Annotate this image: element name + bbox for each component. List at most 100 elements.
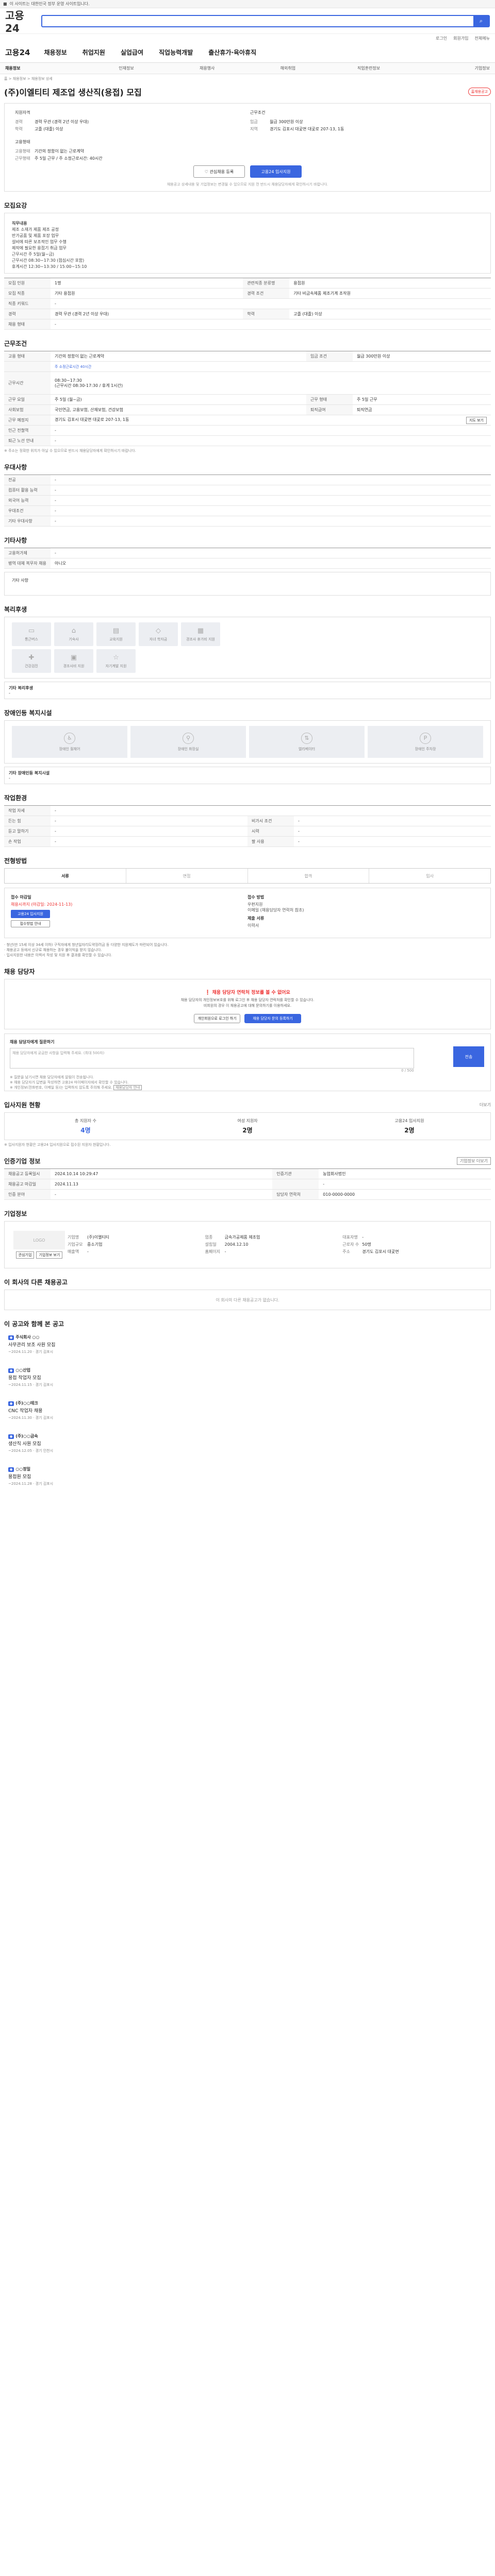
logo[interactable]: 고용24 <box>5 7 36 35</box>
health-icon: ✚ <box>28 653 35 662</box>
login-link[interactable]: 로그인 <box>436 36 447 41</box>
lnb-item-company[interactable]: 기업정보 <box>409 65 490 71</box>
table-row: 채용 형태 - <box>4 319 491 330</box>
method-label: 접수 방법 <box>248 895 265 900</box>
welfare-dorm: ⌂ 기숙사 <box>54 622 93 646</box>
company-box: LOGO 관심기업 기업정보 보기 기업명 (주)이엘티티 업종 금속가공제품 제조… <box>4 1221 491 1268</box>
welfare-family: ▣ 경조사비 지원 <box>54 649 93 673</box>
step-interview: 면접 <box>126 869 248 883</box>
table-row: 듣고 말하기 - 시력 - <box>4 826 491 837</box>
rec-card[interactable]: ● ○○정밀 용접원 모집 ~2024.11.28 · 경기 김포시 <box>4 1463 248 1492</box>
summary-qual-title: 지원자격 <box>15 110 30 115</box>
career-label: 경력 <box>15 120 23 124</box>
summary-box: 지원자격 경력 경력 무관 (경력 2년 이상 우대) 학력 고졸 (대졸) 이상 … <box>4 103 491 192</box>
hour-value: 주 5일 근무 / 주 소정근로시간: 40시간 <box>35 156 103 161</box>
apply-button-2[interactable]: 고용24 입사지원 <box>11 910 50 918</box>
interest-button[interactable]: ♡ 관심채용 등록 <box>193 165 245 178</box>
table-row: 우대조건 - <box>4 505 491 516</box>
lnb-item-events[interactable]: 채용행사 <box>167 65 248 71</box>
table-row: 기타 우대사항 - <box>4 516 491 527</box>
summary-cond-title: 고용형태 <box>15 140 30 144</box>
search-bar[interactable]: ⌕ <box>41 14 490 27</box>
lnb-item-training[interactable]: 직업훈련정보 <box>328 65 409 71</box>
stat-online: 고용24 입사지원 2명 <box>394 1118 424 1134</box>
apply-guide-button[interactable]: 접수방법 안내 <box>11 920 50 927</box>
rec-card[interactable]: ● ○○산업 용접 작업자 모집 ~2024.11.15 · 경기 김포시 <box>4 1364 248 1393</box>
gnb-item-leave[interactable]: 출산휴가·육아휴직 <box>201 48 264 57</box>
rec-section-title: 이 공고와 함께 본 공고 <box>4 1320 64 1328</box>
docs-value: 이력서 <box>248 923 259 928</box>
deadline-value: 채용시까지 (마감일: 2024-11-13) <box>11 902 73 907</box>
summary-notice: 채용공고 상세내용 및 기업정보는 변경될 수 있으므로 지원 전 반드시 채용… <box>167 182 328 187</box>
rec-card[interactable]: ● (주)○○금속 생산직 사원 모집 ~2024.12.05 · 경기 인천시 <box>4 1430 248 1459</box>
banner-text: 이 사이트는 대한민국 정부 운영 사이트입니다. <box>9 2 90 6</box>
table-row: 채용공고 등록일시 2024.10.14 10:29:47 인증기관 농업회사법인 <box>4 1168 491 1179</box>
disability-etc: 기타 장애인등 복지시설 - <box>4 767 491 784</box>
table-row: 채용공고 마감일 2024.11.13- <box>4 1179 491 1190</box>
company-fav-button[interactable]: 관심기업 <box>15 1251 35 1259</box>
emp-label: 고용형태 <box>15 149 30 154</box>
lnb-item-jobs[interactable]: 채용정보 <box>5 65 86 71</box>
search-icon[interactable]: ⌕ <box>473 15 489 26</box>
inquiry-register-button[interactable]: 채용 담당자 문의 등록하기 <box>244 1014 301 1023</box>
home-logo[interactable]: 고용24 <box>5 47 36 58</box>
career-value: 경력 무관 (경력 2년 이상 우대) <box>35 120 89 124</box>
table-row: 직종 키워드 - <box>4 298 491 309</box>
info-section-title: 인증기업 정보 기업정보 더보기 <box>4 1157 491 1165</box>
inquiry-send-button[interactable]: 전송 <box>453 1046 484 1067</box>
table-row: 주 소정근로시간 40시간 <box>4 361 491 372</box>
task-table: 작업 자세 - 든는 힘 - 비가시 조건 - 듣고 말하기 - 시력 - 손 작업 - 팔 사용… <box>4 805 491 847</box>
calendar-icon: ▦ <box>197 626 204 635</box>
toilet-icon: ⚲ <box>183 732 194 744</box>
edu-label: 학력 <box>15 127 23 131</box>
rec-tag-icon: ● <box>8 1368 14 1373</box>
stat-female: 여성 지원자 2명 <box>237 1118 258 1134</box>
welfare-etc: 기타 복리후생 - <box>4 682 491 699</box>
emp-value: 기간의 정함이 없는 근로계약 <box>35 149 84 154</box>
help-button[interactable]: 채용담당자 안내 <box>113 1085 142 1090</box>
wheelchair-card: ♿ 장애인 휠체어 <box>12 726 127 758</box>
inquiry-textarea[interactable]: 채용 담당자에게 궁금한 사항을 입력해 주세요. (최대 500자) <box>10 1048 414 1069</box>
work-notice: ※ 주소는 정확한 위치가 아닐 수 있으므로 반드시 채용담당자에게 확인하시… <box>4 449 136 453</box>
elevator-card: ⇅ 엘리베이터 <box>249 726 365 758</box>
docs-label: 제출 서류 <box>248 916 265 921</box>
login-button[interactable]: 개인회원으로 로그인 하기 <box>194 1014 240 1023</box>
table-row: 인근 전철역 - <box>4 425 491 436</box>
all-menu-link[interactable]: 전체메뉴 <box>475 36 490 41</box>
gnb-item-unemployment[interactable]: 실업급여 <box>113 48 151 57</box>
lnb-item-talent[interactable]: 인재정보 <box>86 65 167 71</box>
gnb-item-training[interactable]: 직업능력개발 <box>151 48 201 57</box>
contact-alert: ❗ 채용 담당자 연락처 정보를 볼 수 없어요 채용 담당자의 개인정보보호를… <box>4 979 491 1029</box>
step-document: 서류 <box>5 869 126 883</box>
interest-label: 관심채용 등록 <box>209 169 234 174</box>
info-more-button[interactable]: 기업정보 더보기 <box>456 1157 491 1165</box>
gnb-item-employment-support[interactable]: 취업지원 <box>75 48 113 57</box>
inquiry-count: 0 / 500 <box>401 1069 414 1073</box>
job-content-title: 직무내용 <box>12 221 27 226</box>
benefit-table: 전공 - 컴퓨터 활용 능력 - 외국어 능력 - 우대조건 - 기타 우대사항 - <box>4 474 491 527</box>
etc-section-title: 기타사항 <box>4 537 27 544</box>
process-notes: · 청년(만 15세 이상 34세 이하) 구직자에게 청년일자리도약장려금 등… <box>4 943 169 957</box>
stat-note: ※ 입사지원자 현황은 고용24 입사지원으로 접수된 지원자 현황입니다. <box>4 1143 111 1147</box>
stat-more-link[interactable]: 더보기 <box>480 1102 491 1108</box>
rec-card[interactable]: ● (주)○○테크 CNC 작업자 채용 ~2024.11.30 · 경기 김포시 <box>4 1397 248 1426</box>
gnb-item-jobs[interactable]: 채용정보 <box>36 48 74 57</box>
recruit-table: 모집 인원 1명 관련직종 분류명 용접원 모집 직종 기타 용접원 경력 조건 기타 비금… <box>4 278 491 330</box>
lnb-item-overseas[interactable]: 해외취업 <box>248 65 328 71</box>
page-title: (주)이엘티티 제조업 생산직(용접) 모집 <box>4 88 142 97</box>
rec-card[interactable]: ● 주식회사 ○○ 사무관리 보조 사원 모집 ~2024.11.20 · 경기 김포… <box>4 1331 248 1360</box>
signup-link[interactable]: 회원가입 <box>453 36 468 41</box>
work-section-title: 근무조건 <box>4 340 27 347</box>
company-info-button[interactable]: 기업정보 보기 <box>36 1251 63 1259</box>
stat-total: 총 지원자 수 4명 <box>75 1118 96 1134</box>
table-row: 퇴근 노선 안내 - <box>4 435 491 446</box>
map-button[interactable]: 지도 보기 <box>466 416 487 424</box>
similar-section-title: 이 회사의 다른 채용공고 <box>4 1279 68 1286</box>
flag-icon: ■ <box>3 2 7 6</box>
table-row: 작업 자세 - <box>4 805 491 816</box>
apply-button[interactable]: 고용24 입사지원 <box>250 165 302 178</box>
disability-box: ♿ 장애인 휠체어 ⚲ 장애인 화장실 ⇅ 엘리베이터 P 장애인 주차장 <box>4 720 491 764</box>
wage-value: 월급 300만원 이상 <box>270 120 303 124</box>
cap-icon: ◇ <box>156 626 161 635</box>
company-logo: LOGO <box>13 1231 65 1249</box>
